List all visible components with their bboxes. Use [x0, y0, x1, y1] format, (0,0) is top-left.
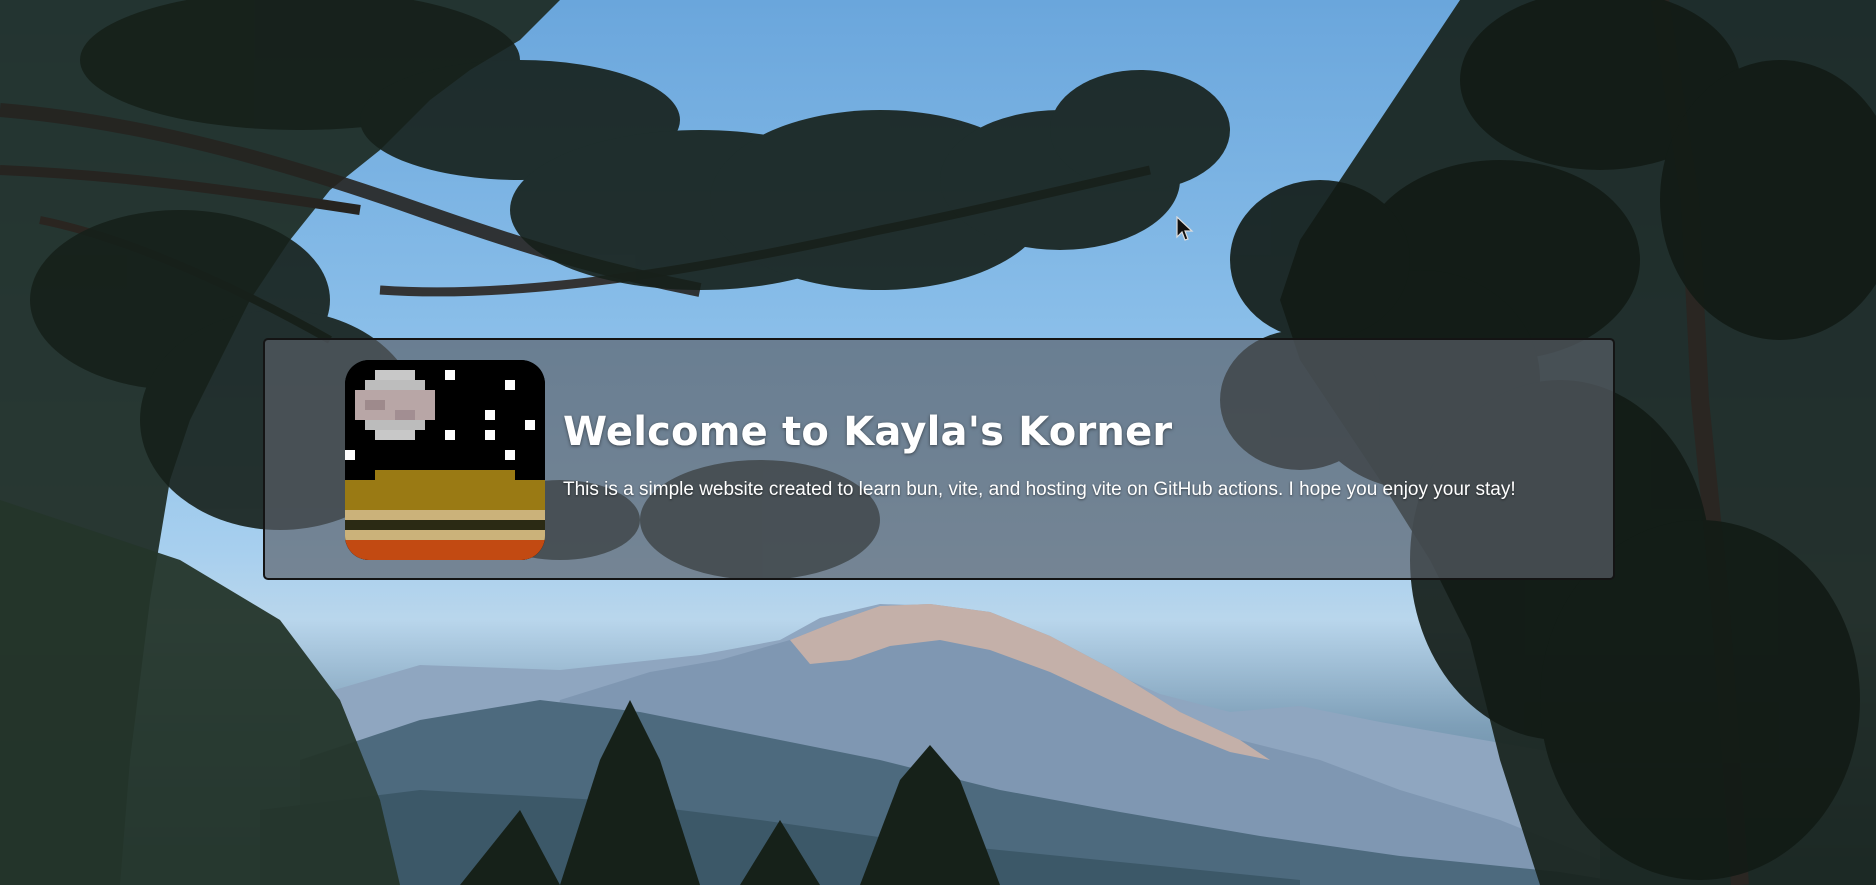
page-title: Welcome to Kayla's Korner [563, 409, 1173, 455]
pixel-art-moon-night-landscape-icon [345, 360, 545, 560]
banner-text: Welcome to Kayla's Korner This is a simp… [563, 408, 1593, 502]
mouse-cursor-icon [1176, 216, 1194, 241]
moon-icon [355, 370, 435, 440]
welcome-banner: Welcome to Kayla's Korner This is a simp… [263, 338, 1615, 580]
page-subtitle: This is a simple website created to lear… [563, 479, 1516, 500]
page-background: Welcome to Kayla's Korner This is a simp… [0, 0, 1876, 885]
